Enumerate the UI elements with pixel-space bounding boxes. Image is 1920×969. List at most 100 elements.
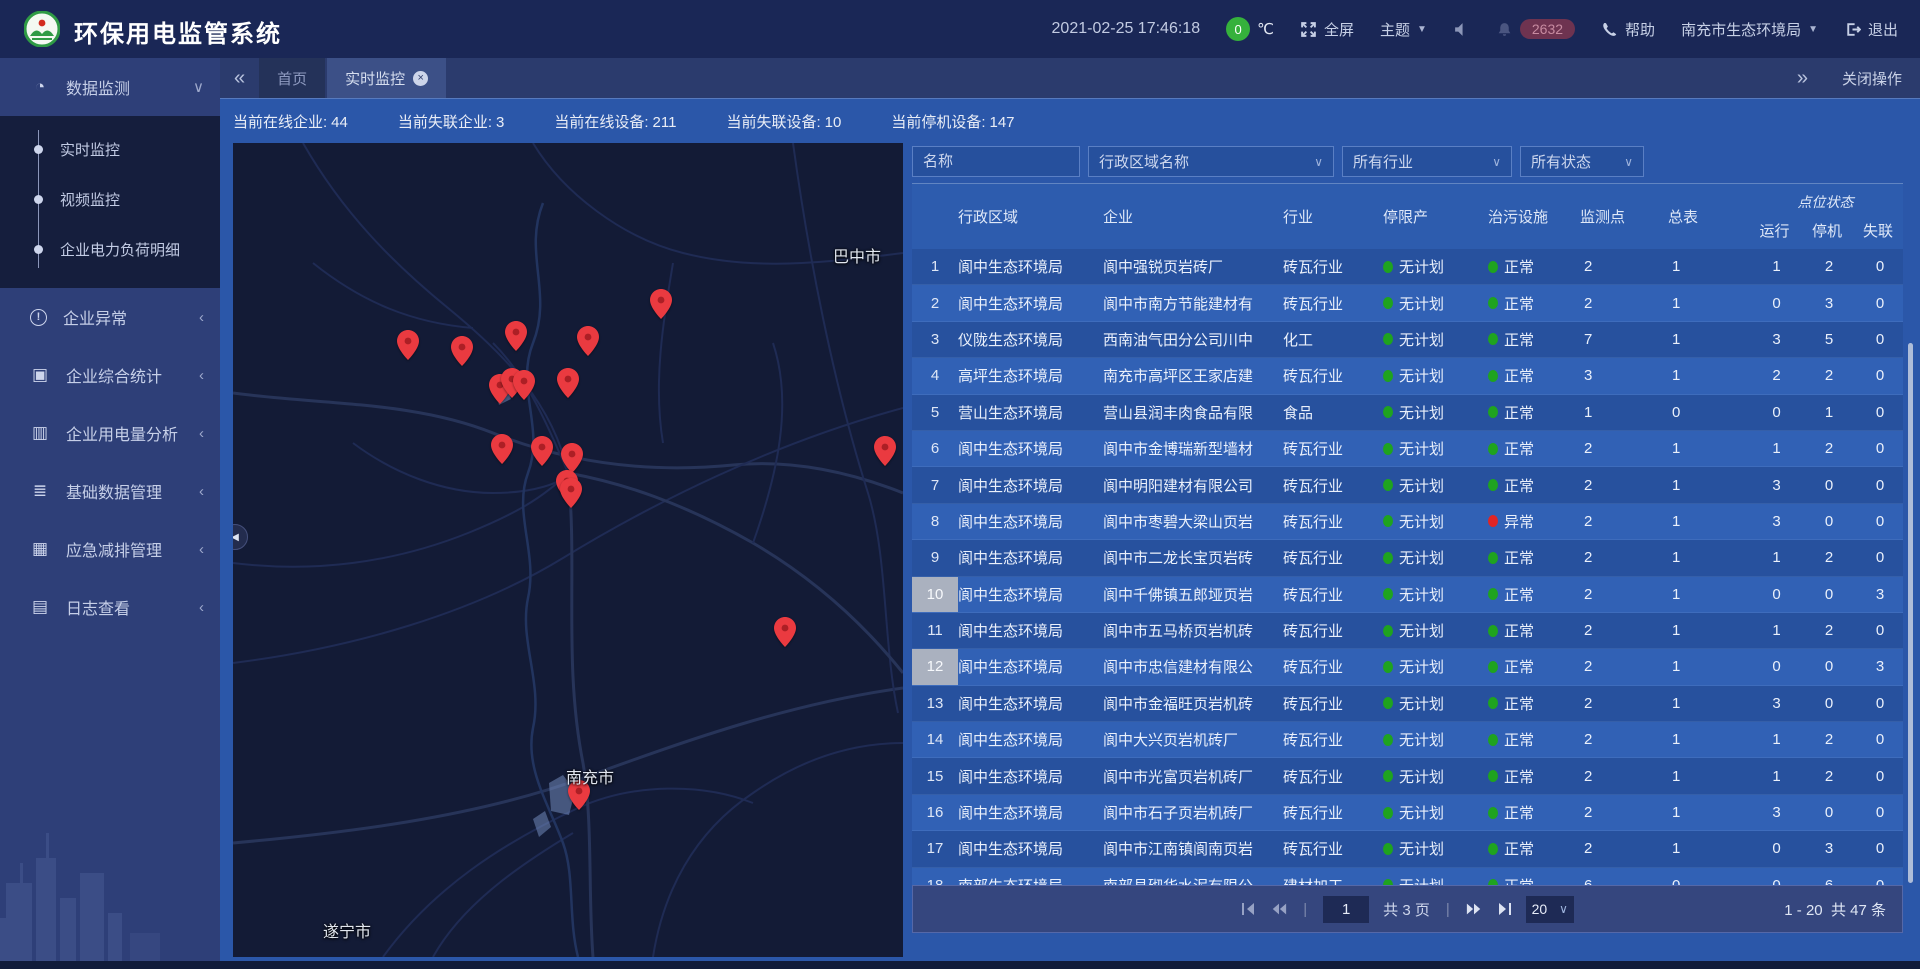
map-panel[interactable]: 巴中市南充市遂宁市 ◀: [233, 143, 903, 957]
logout-button[interactable]: 退出: [1844, 19, 1898, 40]
table-row[interactable]: 2阆中生态环境局阆中市南方节能建材有砖瓦行业无计划正常21030: [912, 285, 1903, 321]
table-row[interactable]: 8阆中生态环境局阆中市枣碧大梁山页岩砖瓦行业无计划异常21300: [912, 504, 1903, 540]
cell-region: 阆中生态环境局: [958, 249, 1103, 284]
table-row[interactable]: 13阆中生态环境局阆中市金福旺页岩机砖砖瓦行业无计划正常21300: [912, 686, 1903, 722]
table-row[interactable]: 6阆中生态环境局阆中市金博瑞新型墙材砖瓦行业无计划正常21120: [912, 431, 1903, 467]
map-pin[interactable]: [874, 436, 896, 466]
status-dot: [1383, 734, 1393, 746]
notification-badge: 2632: [1520, 19, 1575, 39]
cell-facility-status: 正常: [1488, 322, 1580, 357]
industry-select[interactable]: 所有行业∨: [1342, 146, 1512, 177]
cell-region: 南部生态环境局: [958, 868, 1103, 885]
map-pin[interactable]: [491, 434, 513, 464]
chevron-down-icon: ∨: [1492, 155, 1501, 169]
sidebar-item[interactable]: ▦应急减排管理‹: [0, 520, 220, 578]
cell-region: 阆中生态环境局: [958, 758, 1103, 793]
sidebar-item[interactable]: !企业异常‹: [0, 288, 220, 346]
map-pin[interactable]: [560, 478, 582, 508]
sidebar-item[interactable]: ◔数据监测∨: [0, 58, 220, 116]
table-row[interactable]: 12阆中生态环境局阆中市忠信建材有限公砖瓦行业无计划正常21003: [912, 649, 1903, 685]
map-pin[interactable]: [774, 617, 796, 647]
logout-icon: [1844, 21, 1861, 38]
name-input[interactable]: [923, 153, 1069, 170]
name-filter[interactable]: [912, 146, 1080, 177]
mute-button[interactable]: [1453, 21, 1470, 38]
cell-industry: 砖瓦行业: [1283, 686, 1383, 721]
table-row[interactable]: 16阆中生态环境局阆中市石子页岩机砖厂砖瓦行业无计划正常21300: [912, 795, 1903, 831]
tab-active[interactable]: 实时监控×: [327, 58, 446, 98]
table-row[interactable]: 11阆中生态环境局阆中市五马桥页岩机砖砖瓦行业无计划正常21120: [912, 613, 1903, 649]
table-row[interactable]: 10阆中生态环境局阆中千佛镇五郎垭页岩砖瓦行业无计划正常21003: [912, 577, 1903, 613]
tabs-scroll-left-icon[interactable]: «: [234, 68, 245, 88]
table-row[interactable]: 9阆中生态环境局阆中市二龙长宝页岩砖砖瓦行业无计划正常21120: [912, 540, 1903, 576]
status-dot: [1383, 770, 1393, 782]
map-pin[interactable]: [513, 370, 535, 400]
theme-menu[interactable]: 主题▼: [1380, 19, 1427, 40]
first-page-icon[interactable]: [1241, 902, 1257, 916]
cell-company: 阆中市金福旺页岩机砖: [1103, 686, 1283, 721]
cell-total-meter: 1: [1668, 613, 1748, 648]
map-pin[interactable]: [397, 330, 419, 360]
close-operations-button[interactable]: 关闭操作: [1842, 68, 1902, 89]
sidebar-subitem[interactable]: 实时监控: [0, 124, 220, 174]
cell-region: 阆中生态环境局: [958, 540, 1103, 575]
table-row[interactable]: 3仪陇生态环境局西南油气田分公司川中化工无计划正常71350: [912, 322, 1903, 358]
region-select[interactable]: 行政区域名称∨: [1088, 146, 1334, 177]
status-dot: [1383, 843, 1393, 855]
table-row[interactable]: 18南部生态环境局南部县砌华水泥有限公建材加工无计划正常60060: [912, 868, 1903, 885]
status-select[interactable]: 所有状态∨: [1520, 146, 1644, 177]
status-dot: [1488, 552, 1498, 564]
chevron-left-icon: ‹: [199, 599, 204, 616]
page-number-input[interactable]: 1: [1323, 896, 1369, 923]
tab-inactive[interactable]: 首页: [259, 58, 325, 98]
prev-page-icon[interactable]: [1271, 902, 1287, 916]
scrollbar-thumb[interactable]: [1908, 343, 1913, 883]
help-button[interactable]: 帮助: [1601, 19, 1655, 40]
table-row[interactable]: 4高坪生态环境局南充市高坪区王家店建砖瓦行业无计划正常31220: [912, 358, 1903, 394]
map-pin[interactable]: [577, 326, 599, 356]
row-index: 17: [912, 831, 958, 866]
stat-item: 当前停机设备:147: [891, 111, 1014, 132]
map-pin[interactable]: [561, 443, 583, 473]
table-row[interactable]: 14阆中生态环境局阆中大兴页岩机砖厂砖瓦行业无计划正常21120: [912, 722, 1903, 758]
notifications[interactable]: 2632: [1496, 19, 1575, 39]
cell-company: 营山县润丰肉食品有限: [1103, 395, 1283, 430]
cell-halt: 0: [1801, 467, 1853, 502]
map-pin[interactable]: [451, 336, 473, 366]
sidebar-item[interactable]: ▤日志查看‹: [0, 578, 220, 636]
last-page-icon[interactable]: [1496, 902, 1512, 916]
table-row[interactable]: 1阆中生态环境局阆中强锐页岩砖厂砖瓦行业无计划正常21120: [912, 249, 1903, 285]
page-size-select[interactable]: 20∨: [1526, 896, 1574, 923]
row-index: 7: [912, 467, 958, 502]
sidebar-item[interactable]: ▣企业综合统计‹: [0, 346, 220, 404]
map-pin[interactable]: [650, 289, 672, 319]
row-index: 18: [912, 868, 958, 885]
cell-monitor-points: 2: [1580, 249, 1668, 284]
close-icon[interactable]: ×: [413, 71, 428, 86]
table-row[interactable]: 15阆中生态环境局阆中市光富页岩机砖厂砖瓦行业无计划正常21120: [912, 758, 1903, 794]
bullet-icon: [34, 195, 43, 204]
next-page-icon[interactable]: [1466, 902, 1482, 916]
city-label: 遂宁市: [323, 918, 371, 942]
sidebar-item[interactable]: ▥企业用电量分析‹: [0, 404, 220, 462]
table-row[interactable]: 5营山生态环境局营山县润丰肉食品有限食品无计划正常10010: [912, 395, 1903, 431]
row-index: 16: [912, 795, 958, 830]
table-row[interactable]: 7阆中生态环境局阆中明阳建材有限公司砖瓦行业无计划正常21300: [912, 467, 1903, 503]
map-pin[interactable]: [505, 321, 527, 351]
sidebar-item[interactable]: ≣基础数据管理‹: [0, 462, 220, 520]
sidebar-subitem[interactable]: 企业电力负荷明细: [0, 224, 220, 274]
org-menu[interactable]: 南充市生态环境局▼: [1681, 19, 1818, 40]
table-row[interactable]: 17阆中生态环境局阆中市江南镇阆南页岩砖瓦行业无计划正常21030: [912, 831, 1903, 867]
cell-monitor-points: 2: [1580, 613, 1668, 648]
city-label: 南充市: [566, 764, 614, 788]
map-pin[interactable]: [557, 368, 579, 398]
fullscreen-button[interactable]: 全屏: [1300, 19, 1354, 40]
cell-lost: 0: [1853, 758, 1903, 793]
row-index: 10: [912, 577, 958, 612]
map-pin[interactable]: [531, 436, 553, 466]
sidebar-subitem[interactable]: 视频监控: [0, 174, 220, 224]
row-index: 2: [912, 285, 958, 320]
status-dot: [1383, 552, 1393, 564]
status-dot: [1383, 625, 1393, 637]
tabs-scroll-right-icon[interactable]: »: [1797, 68, 1808, 88]
